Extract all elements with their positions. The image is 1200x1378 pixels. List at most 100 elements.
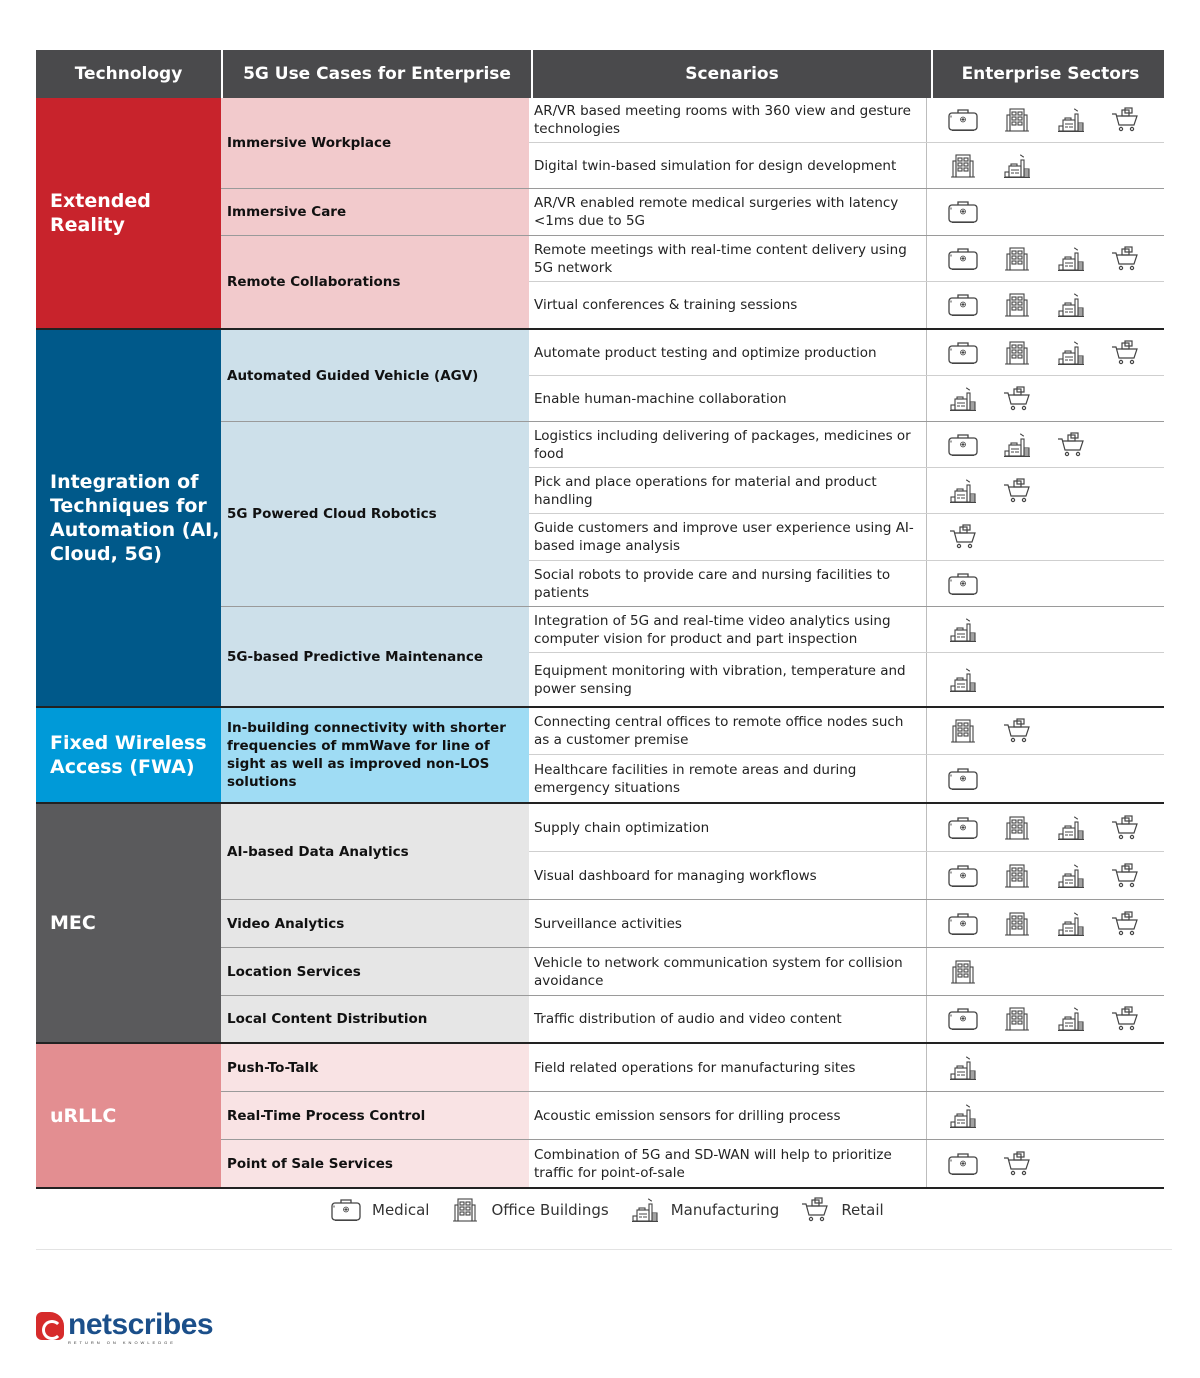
shopping-cart-icon	[1055, 431, 1087, 459]
factory-icon	[947, 477, 979, 505]
scenario-text: Field related operations for manufacturi…	[529, 1044, 927, 1091]
shopping-cart-icon	[1109, 106, 1141, 134]
use-case-name: AI-based Data Analytics	[221, 804, 529, 899]
office-building-icon	[1001, 339, 1033, 367]
sector-icons	[927, 514, 1162, 560]
use-case-row: Push-To-Talk Field related operations for…	[221, 1044, 1164, 1092]
sector-icons	[927, 948, 1162, 995]
shopping-cart-icon	[1109, 339, 1141, 367]
shopping-cart-icon	[1001, 1150, 1033, 1178]
use-case-name: Automated Guided Vehicle (AGV)	[221, 330, 529, 421]
medical-kit-icon	[947, 339, 979, 367]
technology-label: Extended Reality	[36, 98, 221, 328]
use-case-row: Video Analytics Surveillance activities	[221, 900, 1164, 948]
legend-label: Retail	[841, 1201, 884, 1219]
factory-icon	[947, 385, 979, 413]
technology-label: MEC	[36, 804, 221, 1042]
use-case-name: Immersive Workplace	[221, 98, 529, 188]
scenario-list: Combination of 5G and SD-WAN will help t…	[529, 1140, 1164, 1187]
use-case-row: Remote Collaborations Remote meetings wit…	[221, 236, 1164, 328]
scenario-text: AR/VR based meeting rooms with 360 view …	[529, 98, 927, 142]
scenario-list: Vehicle to network communication system …	[529, 948, 1164, 995]
sector-icons	[927, 804, 1162, 851]
sector-icons	[927, 653, 1162, 706]
technology-group: uRLLC Push-To-Talk Field related operation…	[36, 1044, 1164, 1189]
header-sectors: Enterprise Sectors	[961, 64, 1140, 84]
sector-icons	[927, 1044, 1162, 1091]
use-case-row: Location Services Vehicle to network comm…	[221, 948, 1164, 996]
scenario-text: Connecting central offices to remote off…	[529, 708, 927, 754]
medical-kit-icon	[947, 570, 979, 598]
medical-kit-icon	[330, 1196, 362, 1224]
sector-icons	[927, 189, 1162, 235]
technology-label: uRLLC	[36, 1044, 221, 1187]
sectors-table: Technology 5G Use Cases for Enterprise S…	[36, 50, 1164, 1189]
legend-item-retail: Retail	[799, 1196, 884, 1224]
scenario-row: Virtual conferences & training sessions	[529, 282, 1164, 328]
shopping-cart-icon	[1001, 477, 1033, 505]
scenario-text: Automate product testing and optimize pr…	[529, 330, 927, 375]
factory-icon	[1001, 431, 1033, 459]
medical-kit-icon	[947, 1005, 979, 1033]
use-case-row: Point of Sale Services Combination of 5G …	[221, 1140, 1164, 1187]
sector-icons	[927, 996, 1162, 1042]
shopping-cart-icon	[1109, 862, 1141, 890]
scenario-text: Digital twin-based simulation for design…	[529, 143, 927, 188]
logo-mark-icon	[36, 1312, 64, 1340]
legend-label: Manufacturing	[670, 1201, 780, 1219]
sector-icons	[927, 468, 1162, 513]
scenario-row: Logistics including delivering of packag…	[529, 422, 1164, 468]
office-building-icon	[1001, 862, 1033, 890]
scenario-text: Supply chain optimization	[529, 804, 927, 851]
scenario-list: Remote meetings with real-time content d…	[529, 236, 1164, 328]
technology-group: Integration of Techniques for Automation…	[36, 330, 1164, 708]
medical-kit-icon	[947, 862, 979, 890]
use-case-name: Video Analytics	[221, 900, 529, 947]
shopping-cart-icon	[1001, 385, 1033, 413]
scenario-list: Supply chain optimization Visual dashboar…	[529, 804, 1164, 899]
scenario-row: Digital twin-based simulation for design…	[529, 143, 1164, 188]
scenario-list: AR/VR based meeting rooms with 360 view …	[529, 98, 1164, 188]
use-case-name: 5G-based Predictive Maintenance	[221, 607, 529, 706]
scenario-row: Field related operations for manufacturi…	[529, 1044, 1164, 1091]
use-case-row: Automated Guided Vehicle (AGV) Automate p…	[221, 330, 1164, 422]
sector-icons	[927, 422, 1162, 467]
scenario-text: Guide customers and improve user experie…	[529, 514, 927, 560]
use-case-row: Real-Time Process Control Acoustic emissi…	[221, 1092, 1164, 1140]
factory-icon	[1055, 245, 1087, 273]
scenario-row: Pick and place operations for material a…	[529, 468, 1164, 514]
office-building-icon	[947, 958, 979, 986]
logo-wordmark: netscribes	[68, 1308, 214, 1341]
medical-kit-icon	[947, 431, 979, 459]
scenario-row: Equipment monitoring with vibration, tem…	[529, 653, 1164, 706]
scenario-text: Surveillance activities	[529, 900, 927, 947]
use-case-row: In-building connectivity with shorter fr…	[221, 708, 1164, 802]
use-case-list: Immersive Workplace AR/VR based meeting r…	[221, 98, 1164, 328]
scenario-text: Pick and place operations for material a…	[529, 468, 927, 513]
use-case-name: Local Content Distribution	[221, 996, 529, 1042]
technology-group: MEC AI-based Data Analytics Supply chain o…	[36, 804, 1164, 1044]
scenario-row: Social robots to provide care and nursin…	[529, 561, 1164, 606]
office-building-icon	[947, 717, 979, 745]
shopping-cart-icon	[799, 1196, 831, 1224]
scenario-row: Surveillance activities	[529, 900, 1164, 947]
scenario-row: AR/VR enabled remote medical surgeries w…	[529, 189, 1164, 235]
use-case-name: Remote Collaborations	[221, 236, 529, 328]
scenario-text: Visual dashboard for managing workflows	[529, 852, 927, 899]
scenario-text: Enable human-machine collaboration	[529, 376, 927, 421]
use-case-name: In-building connectivity with shorter fr…	[221, 708, 529, 802]
technology-label: Integration of Techniques for Automation…	[36, 330, 221, 706]
scenario-row: Guide customers and improve user experie…	[529, 514, 1164, 561]
legend-item-manufacturing: Manufacturing	[629, 1196, 780, 1224]
shopping-cart-icon	[1001, 717, 1033, 745]
use-case-list: Automated Guided Vehicle (AGV) Automate p…	[221, 330, 1164, 706]
medical-kit-icon	[947, 245, 979, 273]
scenario-row: Supply chain optimization	[529, 804, 1164, 852]
sector-icons	[927, 755, 1162, 802]
table-body: Extended Reality Immersive Workplace AR/VR…	[36, 98, 1164, 1189]
factory-icon	[947, 616, 979, 644]
scenario-text: Acoustic emission sensors for drilling p…	[529, 1092, 927, 1139]
sector-icons	[927, 236, 1162, 281]
factory-icon	[1055, 339, 1087, 367]
factory-icon	[1055, 106, 1087, 134]
